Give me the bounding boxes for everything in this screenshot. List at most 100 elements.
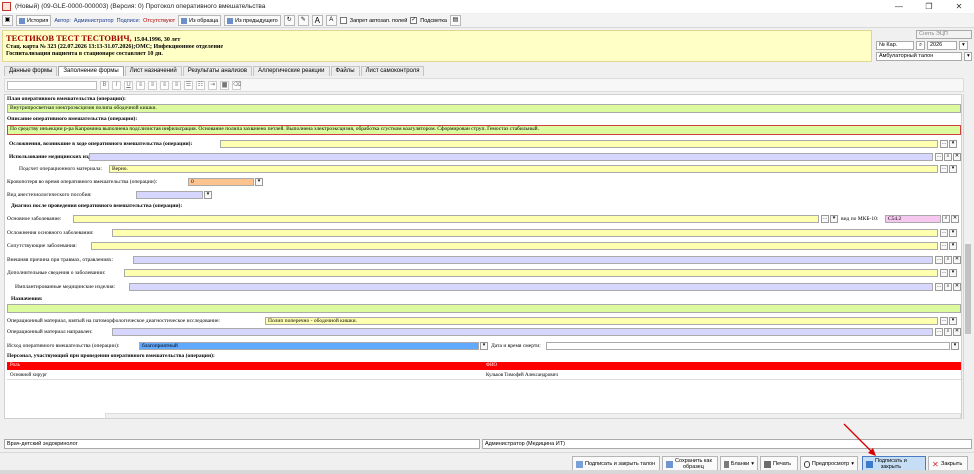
specialty-field[interactable]: Врач-детский эндокринолог [4,439,480,449]
anesthesia-dropdown-icon[interactable]: ▾ [204,191,212,199]
pathomorph-more-icon[interactable]: … [940,317,948,325]
italic-icon[interactable]: I [112,80,121,90]
blood-loss-field[interactable]: 0 [188,178,254,186]
main-complications-dropdown-icon[interactable]: ▾ [949,229,957,237]
disk-icon[interactable]: ▤ [449,15,461,26]
material-sent-more-icon[interactable]: … [935,328,943,336]
devices-clear-icon[interactable]: ✕ [953,153,961,161]
align-left-icon[interactable]: ≡ [136,80,145,90]
clear-icon[interactable]: ⌫ [232,80,241,90]
material-count-dropdown-icon[interactable]: ▾ [949,165,957,173]
numbered-list-icon[interactable]: ☷ [196,80,205,90]
main-complications-more-icon[interactable]: … [940,229,948,237]
pathomorph-dropdown-icon[interactable]: ▾ [949,317,957,325]
implanted-field[interactable] [129,283,933,291]
description-field[interactable]: По средству инъекции р-ра Капромина выпо… [7,125,961,135]
list-icon[interactable]: ☰ [184,80,193,90]
material-count-more-icon[interactable]: … [940,165,948,173]
mkb-field[interactable]: C54.2 [885,215,941,223]
additional-info-field[interactable] [124,269,938,277]
additional-info-more-icon[interactable]: … [940,269,948,277]
plan-field[interactable]: Внутрипросветная электроэксцизия полипа … [7,104,961,113]
prescriptions-field[interactable] [7,304,961,313]
external-cause-clear-icon[interactable]: ✕ [953,256,961,264]
font-combo[interactable] [7,80,97,90]
history-button[interactable]: История [16,15,52,26]
mkb-search-icon[interactable]: ⌕ [942,215,950,223]
material-sent-clear-icon[interactable]: ✕ [953,328,961,336]
external-cause-more-icon[interactable]: … [935,256,943,264]
complications-dropdown-icon[interactable]: ▾ [949,140,957,148]
edit-icon[interactable]: ✎ [297,15,309,26]
close-window-button[interactable]: ✕ [944,0,974,13]
save-icon[interactable]: ▣ [2,15,13,26]
external-cause-field[interactable] [133,256,933,264]
card-search-icon[interactable]: ⌕ [916,41,925,50]
implanted-more-icon[interactable]: … [935,283,943,291]
tab-prescriptions[interactable]: Лист назначений [124,66,182,76]
color-icon[interactable]: ▆ [220,80,229,90]
main-complications-field[interactable] [112,229,938,237]
year-field[interactable]: 2026 [927,41,957,50]
implanted-search-icon[interactable]: ⌕ [944,283,952,291]
external-cause-search-icon[interactable]: ⌕ [944,256,952,264]
window-titlebar: (Новый) (09-GLE-0000-000003) (Версия: 0)… [0,0,974,13]
justify-icon[interactable]: ≡ [172,80,181,90]
concomitant-dropdown-icon[interactable]: ▾ [949,242,957,250]
material-sent-field[interactable] [112,328,933,336]
card-number-field[interactable]: № Кар. [876,41,914,50]
tab-self-control[interactable]: Лист самоконтроля [360,66,425,76]
horizontal-scrollbar[interactable] [105,413,961,418]
death-date-field[interactable] [546,342,950,350]
author-value: Администратор [73,17,114,24]
material-sent-search-icon[interactable]: ⌕ [944,328,952,336]
vertical-scrollbar[interactable] [963,94,972,419]
devices-field[interactable] [89,153,933,161]
outcome-dropdown-icon[interactable]: ▾ [480,342,488,350]
tab-allergies[interactable]: Аллергические реакции [253,66,330,76]
complications-field[interactable] [220,140,938,148]
align-center-icon[interactable]: ≡ [148,80,157,90]
mkb-clear-icon[interactable]: ✕ [951,215,959,223]
devices-more-icon[interactable]: … [935,153,943,161]
maximize-button[interactable]: ❐ [914,0,944,13]
pathomorph-field[interactable]: Полип поперечно - ободочной кишки. [265,317,938,325]
font-increase-button[interactable]: A [311,15,323,26]
ticket-type-dropdown-icon[interactable]: ▾ [964,52,972,61]
table-row[interactable]: Основной хирург Кульков Тимофей Александ… [7,372,961,380]
bold-icon[interactable]: B [100,80,109,90]
anesthesia-field[interactable] [136,191,203,199]
main-disease-dropdown-icon[interactable]: ▾ [830,215,838,223]
align-right-icon[interactable]: ≡ [160,80,169,90]
autofill-ban-checkbox[interactable] [339,17,347,24]
tab-form-data[interactable]: Данные формы [4,66,58,76]
scrollbar-thumb[interactable] [965,244,971,334]
implanted-clear-icon[interactable]: ✕ [953,283,961,291]
tab-form-fill[interactable]: Заполнение формы [58,66,124,76]
blood-loss-dropdown-icon[interactable]: ▾ [255,178,263,186]
user-field[interactable]: Администратор (Медицина ИТ) [482,439,972,449]
death-date-dropdown-icon[interactable]: ▾ [951,342,959,350]
highlight-checkbox[interactable]: ✓ [410,17,418,24]
tab-files[interactable]: Файлы [330,66,360,76]
font-decrease-button[interactable]: A [325,15,337,26]
from-previous-button[interactable]: Из предыдущего [224,15,281,26]
material-count-field[interactable]: Верно. [109,165,938,173]
concomitant-more-icon[interactable]: … [940,242,948,250]
indent-icon[interactable]: ⇥ [208,80,217,90]
concomitant-field[interactable] [91,242,938,250]
devices-search-icon[interactable]: ⌕ [944,153,952,161]
underline-icon[interactable]: U [124,80,133,90]
main-disease-more-icon[interactable]: … [821,215,829,223]
main-disease-field[interactable] [73,215,819,223]
from-template-button[interactable]: Из образца [178,15,222,26]
outcome-field[interactable]: благоприятный [139,342,479,350]
remove-ecp-button[interactable]: Снять ЭЦП [916,30,972,39]
refresh-icon[interactable]: ↻ [283,15,295,26]
minimize-button[interactable]: — [884,0,914,13]
year-dropdown-icon[interactable]: ▾ [959,41,968,50]
ticket-type-select[interactable]: Амбулаторный талон [876,52,962,61]
complications-more-icon[interactable]: … [940,140,948,148]
additional-info-dropdown-icon[interactable]: ▾ [949,269,957,277]
tab-lab-results[interactable]: Результаты анализов [182,66,253,76]
